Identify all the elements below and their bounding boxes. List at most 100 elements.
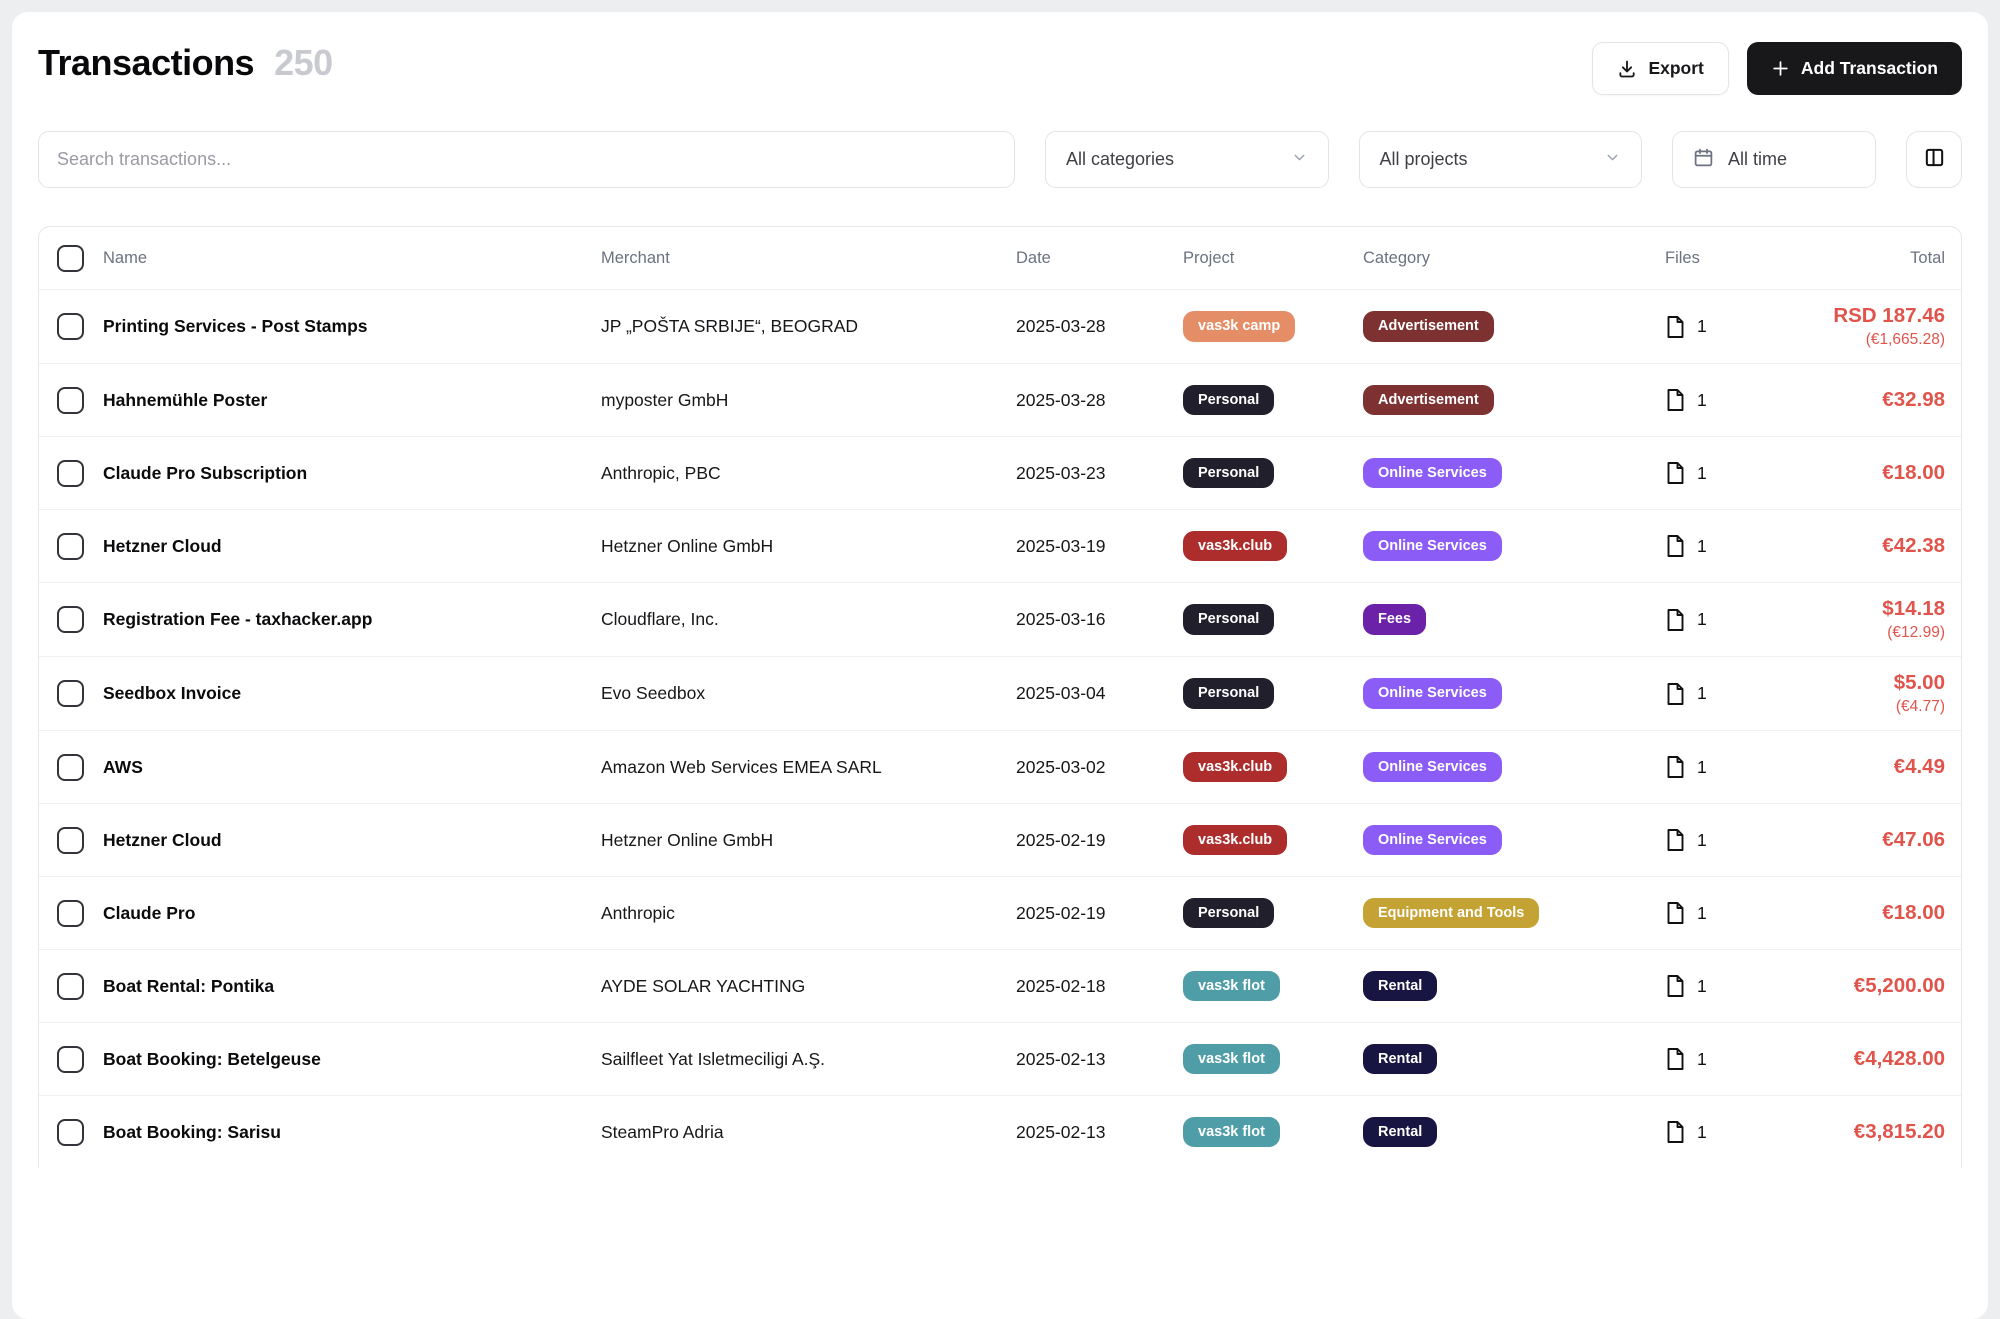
- file-icon: [1665, 828, 1686, 852]
- table-row[interactable]: Seedbox Invoice Evo Seedbox 2025-03-04 P…: [39, 656, 1961, 730]
- total-cell: €4.49: [1763, 755, 1961, 779]
- table-row[interactable]: Hahnemühle Poster myposter GmbH 2025-03-…: [39, 363, 1961, 436]
- row-checkbox[interactable]: [57, 606, 84, 633]
- transactions-table: Name Merchant Date Project Category File…: [38, 226, 1962, 1168]
- files-count: 1: [1697, 830, 1707, 851]
- project-badge[interactable]: vas3k.club: [1183, 752, 1287, 783]
- transaction-merchant: myposter GmbH: [601, 390, 1016, 411]
- transaction-date: 2025-02-19: [1016, 903, 1183, 924]
- project-badge[interactable]: Personal: [1183, 678, 1274, 709]
- table-row[interactable]: Claude Pro Anthropic 2025-02-19 Personal…: [39, 876, 1961, 949]
- search-box: [38, 131, 1015, 188]
- row-checkbox-cell: [39, 1119, 103, 1146]
- transaction-name[interactable]: Claude Pro: [103, 903, 601, 924]
- row-checkbox[interactable]: [57, 313, 84, 340]
- transaction-name[interactable]: Boat Booking: Betelgeuse: [103, 1049, 601, 1070]
- project-badge[interactable]: Personal: [1183, 898, 1274, 929]
- project-badge[interactable]: vas3k.club: [1183, 531, 1287, 562]
- table-row[interactable]: Boat Rental: Pontika AYDE SOLAR YACHTING…: [39, 949, 1961, 1022]
- transaction-total-converted: (€1,665.28): [1763, 331, 1945, 349]
- export-button[interactable]: Export: [1592, 42, 1728, 95]
- add-transaction-button[interactable]: Add Transaction: [1747, 42, 1962, 95]
- category-badge[interactable]: Rental: [1363, 1117, 1437, 1148]
- transaction-total: €18.00: [1763, 901, 1945, 925]
- row-checkbox[interactable]: [57, 973, 84, 1000]
- time-range-filter[interactable]: All time: [1672, 131, 1876, 188]
- category-badge[interactable]: Online Services: [1363, 752, 1502, 783]
- project-badge[interactable]: vas3k.club: [1183, 825, 1287, 856]
- select-all-checkbox[interactable]: [57, 245, 84, 272]
- transaction-name[interactable]: Hetzner Cloud: [103, 536, 601, 557]
- table-row[interactable]: Hetzner Cloud Hetzner Online GmbH 2025-0…: [39, 509, 1961, 582]
- transaction-name[interactable]: Seedbox Invoice: [103, 683, 601, 704]
- column-settings-button[interactable]: [1906, 131, 1962, 188]
- transaction-name[interactable]: Registration Fee - taxhacker.app: [103, 609, 601, 630]
- transaction-name[interactable]: Claude Pro Subscription: [103, 463, 601, 484]
- category-badge[interactable]: Online Services: [1363, 825, 1502, 856]
- transaction-name[interactable]: Boat Booking: Sarisu: [103, 1122, 601, 1143]
- category-cell: Online Services: [1363, 752, 1623, 783]
- search-input[interactable]: [57, 149, 996, 170]
- category-badge[interactable]: Equipment and Tools: [1363, 898, 1539, 929]
- project-badge[interactable]: Personal: [1183, 385, 1274, 416]
- files-cell: 1: [1623, 755, 1763, 779]
- category-badge[interactable]: Fees: [1363, 604, 1426, 635]
- table-body: Printing Services - Post Stamps JP „POŠT…: [39, 289, 1961, 1168]
- category-badge[interactable]: Advertisement: [1363, 385, 1494, 416]
- table-row[interactable]: Printing Services - Post Stamps JP „POŠT…: [39, 289, 1961, 363]
- row-checkbox-cell: [39, 460, 103, 487]
- row-checkbox[interactable]: [57, 1046, 84, 1073]
- row-checkbox-cell: [39, 313, 103, 340]
- category-badge[interactable]: Online Services: [1363, 458, 1502, 489]
- categories-filter[interactable]: All categories: [1045, 131, 1329, 188]
- transactions-count: 250: [274, 42, 333, 84]
- transaction-date: 2025-02-18: [1016, 976, 1183, 997]
- row-checkbox[interactable]: [57, 900, 84, 927]
- table-row[interactable]: Boat Booking: Betelgeuse Sailfleet Yat I…: [39, 1022, 1961, 1095]
- page-header: Transactions 250 Export Add Transaction: [38, 12, 1962, 95]
- files-cell: 1: [1623, 682, 1763, 706]
- transaction-name[interactable]: Printing Services - Post Stamps: [103, 316, 601, 337]
- transaction-total: €47.06: [1763, 828, 1945, 852]
- category-badge[interactable]: Online Services: [1363, 531, 1502, 562]
- files-cell: 1: [1623, 1120, 1763, 1144]
- project-cell: vas3k.club: [1183, 752, 1363, 783]
- projects-filter[interactable]: All projects: [1359, 131, 1643, 188]
- files-count: 1: [1697, 1122, 1707, 1143]
- category-badge[interactable]: Rental: [1363, 971, 1437, 1002]
- project-badge[interactable]: vas3k flot: [1183, 971, 1280, 1002]
- total-cell: €32.98: [1763, 388, 1961, 412]
- transaction-name[interactable]: Hahnemühle Poster: [103, 390, 601, 411]
- row-checkbox[interactable]: [57, 387, 84, 414]
- row-checkbox[interactable]: [57, 1119, 84, 1146]
- project-badge[interactable]: Personal: [1183, 604, 1274, 635]
- export-button-label: Export: [1648, 58, 1703, 79]
- files-count: 1: [1697, 757, 1707, 778]
- project-badge[interactable]: vas3k flot: [1183, 1117, 1280, 1148]
- calendar-icon: [1693, 147, 1714, 173]
- row-checkbox[interactable]: [57, 460, 84, 487]
- table-row[interactable]: Hetzner Cloud Hetzner Online GmbH 2025-0…: [39, 803, 1961, 876]
- table-row[interactable]: AWS Amazon Web Services EMEA SARL 2025-0…: [39, 730, 1961, 803]
- files-count: 1: [1697, 903, 1707, 924]
- title-wrap: Transactions 250: [38, 42, 333, 84]
- transaction-date: 2025-03-02: [1016, 757, 1183, 778]
- table-row[interactable]: Claude Pro Subscription Anthropic, PBC 2…: [39, 436, 1961, 509]
- transaction-name[interactable]: Hetzner Cloud: [103, 830, 601, 851]
- table-row[interactable]: Boat Booking: Sarisu SteamPro Adria 2025…: [39, 1095, 1961, 1168]
- file-icon: [1665, 682, 1686, 706]
- row-checkbox[interactable]: [57, 827, 84, 854]
- category-badge[interactable]: Rental: [1363, 1044, 1437, 1075]
- files-cell: 1: [1623, 901, 1763, 925]
- project-badge[interactable]: vas3k camp: [1183, 311, 1295, 342]
- row-checkbox[interactable]: [57, 533, 84, 560]
- project-badge[interactable]: Personal: [1183, 458, 1274, 489]
- category-badge[interactable]: Advertisement: [1363, 311, 1494, 342]
- row-checkbox[interactable]: [57, 754, 84, 781]
- project-badge[interactable]: vas3k flot: [1183, 1044, 1280, 1075]
- row-checkbox[interactable]: [57, 680, 84, 707]
- category-badge[interactable]: Online Services: [1363, 678, 1502, 709]
- table-row[interactable]: Registration Fee - taxhacker.app Cloudfl…: [39, 582, 1961, 656]
- transaction-name[interactable]: Boat Rental: Pontika: [103, 976, 601, 997]
- transaction-name[interactable]: AWS: [103, 757, 601, 778]
